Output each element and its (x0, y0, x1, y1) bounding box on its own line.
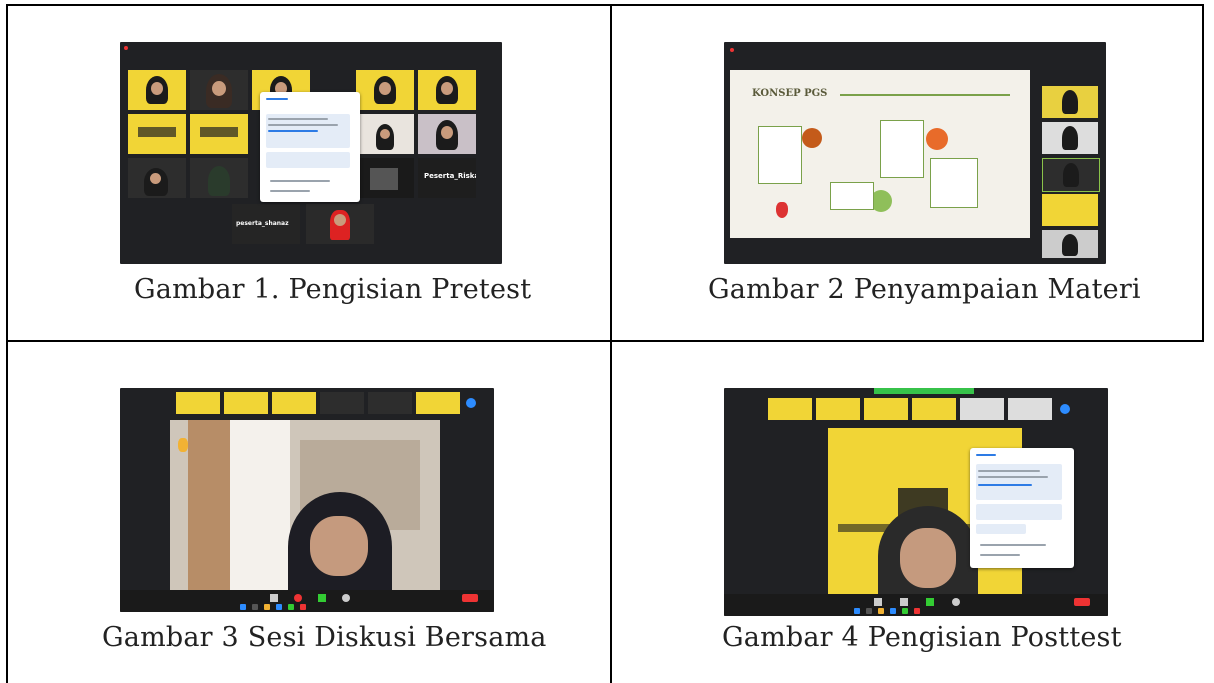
figure-cell-2: KONSEP PGS Gambar 2 Penyampaian Materi (612, 6, 1202, 340)
figure-caption: Gambar 2 Penyampaian Materi (708, 274, 1141, 305)
table-right-border (1202, 4, 1204, 340)
raise-hand-icon (178, 438, 188, 452)
figure-caption: Gambar 3 Sesi Diskusi Bersama (102, 622, 547, 653)
chat-window (260, 92, 360, 202)
main-video (170, 420, 440, 590)
slide-title: KONSEP PGS (752, 88, 828, 99)
presentation-slide: KONSEP PGS (730, 70, 1030, 238)
screenshot-diskusi (120, 388, 494, 612)
recording-icon (124, 46, 128, 50)
figure-caption: Gambar 1. Pengisian Pretest (134, 274, 532, 305)
figure-cell-1: Peserta_Riska peserta_shanaz Gambar 1. P… (8, 6, 610, 340)
recording-icon (730, 48, 734, 52)
chat-window (970, 448, 1074, 568)
screenshot-pretest: Peserta_Riska peserta_shanaz (120, 42, 502, 264)
figure-cell-4: Gambar 4 Pengisian Posttest (612, 342, 1202, 683)
screenshot-posttest (724, 388, 1108, 616)
participant-name-riska: Peserta_Riska (424, 172, 476, 180)
participant-name-shanaz: peserta_shanaz (236, 220, 289, 227)
screenshot-materi: KONSEP PGS (724, 42, 1106, 264)
figure-grid: Peserta_Riska peserta_shanaz Gambar 1. P… (6, 4, 1214, 683)
figure-cell-3: Gambar 3 Sesi Diskusi Bersama (8, 342, 610, 683)
figure-caption: Gambar 4 Pengisian Posttest (722, 622, 1122, 653)
